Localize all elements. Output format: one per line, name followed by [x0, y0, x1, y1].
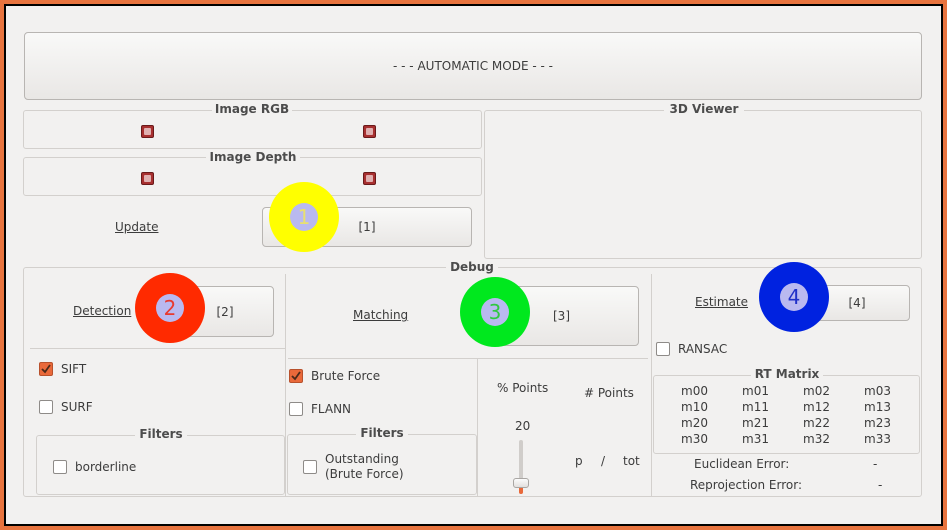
rt-matrix-cell: m32: [803, 432, 830, 446]
ransac-checkbox[interactable]: RANSAC: [656, 342, 727, 356]
slider-value: 20: [515, 419, 531, 433]
rt-matrix-cell: m31: [742, 432, 769, 446]
brute-force-label: Brute Force: [311, 369, 381, 383]
automatic-mode-label: - - - AUTOMATIC MODE - - -: [393, 59, 553, 73]
debug-separator-2: [651, 274, 652, 496]
marker-3: 3: [460, 277, 530, 347]
automatic-mode-button[interactable]: - - - AUTOMATIC MODE - - -: [24, 32, 922, 100]
sift-label: SIFT: [61, 362, 87, 376]
ransac-label: RANSAC: [678, 342, 728, 356]
detection-button-label: [2]: [216, 304, 234, 319]
matching-button-label: [3]: [553, 309, 570, 323]
matching-label: Matching: [353, 308, 409, 322]
outstanding-label-line1: Outstanding: [325, 452, 399, 466]
rt-matrix-cell: m23: [864, 416, 891, 430]
detection-filters-title: Filters: [135, 427, 187, 441]
rt-matrix-cell: m22: [803, 416, 830, 430]
outstanding-checkbox[interactable]: Outstanding (Brute Force): [303, 452, 404, 482]
rt-matrix-row: m30 m31 m32 m33: [664, 431, 908, 447]
rt-matrix-row: m20 m21 m22 m23: [664, 415, 908, 431]
ransac-check: [656, 342, 670, 356]
reprojection-error-value: -: [878, 478, 883, 492]
num-points-label: # Points: [584, 386, 634, 400]
rt-matrix-table: m00 m01 m02 m03 m10 m11 m12 m13 m20 m21 m22 m23 m30 m…: [664, 383, 908, 447]
image-depth-left: [141, 172, 154, 185]
rt-matrix-cell: m12: [803, 400, 830, 414]
marker-1-number: 1: [297, 205, 311, 229]
points-slider-handle[interactable]: [513, 478, 529, 488]
marker-2: 2: [135, 273, 205, 343]
sift-check: [39, 362, 53, 376]
tot-label: tot: [623, 454, 640, 468]
euclidean-error-label: Euclidean Error:: [694, 457, 790, 471]
rt-matrix-cell: m13: [864, 400, 891, 414]
flann-label: FLANN: [311, 402, 352, 416]
rt-matrix-cell: m01: [742, 384, 769, 398]
rt-matrix-cell: m11: [742, 400, 769, 414]
image-depth-right: [363, 172, 376, 185]
rt-matrix-title: RT Matrix: [751, 367, 823, 381]
sift-checkbox[interactable]: SIFT: [39, 362, 86, 376]
borderline-checkbox[interactable]: borderline: [53, 460, 136, 474]
matching-filters-title: Filters: [356, 426, 408, 440]
matching-separator: [288, 358, 648, 359]
rt-matrix-cell: m03: [864, 384, 891, 398]
image-rgb-left: [141, 125, 154, 138]
estimate-label: Estimate: [695, 295, 749, 309]
estimate-button-label: [4]: [848, 296, 866, 310]
outstanding-check: [303, 460, 317, 474]
marker-4-number: 4: [787, 285, 801, 309]
image-rgb-right: [363, 125, 376, 138]
rt-matrix-cell: m30: [681, 432, 708, 446]
flann-checkbox[interactable]: FLANN: [289, 402, 351, 416]
rt-matrix-cell: m10: [681, 400, 708, 414]
main-window: - - - AUTOMATIC MODE - - - Image RGB Ima…: [6, 6, 941, 524]
rt-matrix-cell: m20: [681, 416, 708, 430]
brute-force-check: [289, 369, 303, 383]
matching-inner-separator: [477, 358, 478, 496]
marker-1: 1: [269, 182, 339, 252]
surf-check: [39, 400, 53, 414]
borderline-check: [53, 460, 67, 474]
marker-2-number: 2: [163, 296, 177, 320]
flann-check: [289, 402, 303, 416]
surf-checkbox[interactable]: SURF: [39, 400, 93, 414]
update-label: Update: [115, 220, 159, 234]
rt-matrix-cell: m00: [681, 384, 708, 398]
debug-separator-1: [285, 274, 286, 496]
slash-label: /: [601, 454, 606, 468]
image-depth-title: Image Depth: [206, 150, 300, 164]
rt-matrix-cell: m21: [742, 416, 769, 430]
pct-points-label: % Points: [497, 381, 549, 395]
rt-matrix-row: m00 m01 m02 m03: [664, 383, 908, 399]
reprojection-error-label: Reprojection Error:: [690, 478, 803, 492]
debug-title: Debug: [446, 260, 498, 274]
p-label: p: [575, 454, 583, 468]
viewer-title: 3D Viewer: [664, 102, 744, 116]
rt-matrix-cell: m33: [864, 432, 891, 446]
brute-force-checkbox[interactable]: Brute Force: [289, 369, 380, 383]
detection-label: Detection: [73, 304, 132, 318]
euclidean-error-value: -: [873, 457, 878, 471]
rt-matrix-cell: m02: [803, 384, 830, 398]
image-rgb-title: Image RGB: [212, 102, 292, 116]
marker-4: 4: [759, 262, 829, 332]
surf-label: SURF: [61, 400, 93, 414]
detection-separator: [30, 348, 285, 349]
rt-matrix-row: m10 m11 m12 m13: [664, 399, 908, 415]
marker-3-number: 3: [488, 300, 502, 324]
borderline-label: borderline: [75, 460, 137, 474]
viewer-group: [484, 110, 922, 259]
update-button-label: [1]: [358, 220, 376, 234]
outstanding-label-line2: (Brute Force): [325, 467, 404, 481]
